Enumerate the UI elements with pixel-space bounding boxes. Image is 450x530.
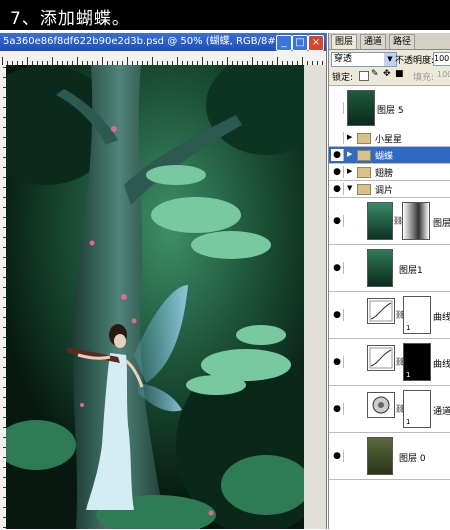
folder-icon — [357, 167, 371, 178]
layer-row[interactable]: ● 图层 0 — [329, 433, 450, 480]
layer-mask-thumbnail[interactable]: 1 — [403, 343, 431, 381]
tab-channels[interactable]: 通道 — [360, 34, 387, 49]
lock-move-icon[interactable]: ✥ — [383, 69, 391, 79]
layer-mask-thumbnail[interactable]: 1 — [403, 390, 431, 428]
document-title-bar[interactable]: 5a360e86f8df622b90e2d3b.psd @ 50% (蝴蝶, R… — [0, 33, 326, 51]
ruler-tick — [277, 57, 278, 65]
folder-icon — [357, 133, 371, 144]
layer-row[interactable]: ▶ 小星星 — [329, 130, 450, 147]
step-title-bar: 7、添加蝴蝶。 — [0, 0, 450, 30]
ruler-tick — [127, 57, 128, 65]
ruler-tick — [227, 57, 228, 65]
eye-icon[interactable]: ● — [331, 215, 344, 227]
lock-transparency-icon[interactable] — [359, 71, 369, 81]
layer-row[interactable]: ● ▶ 蝴蝶 — [329, 147, 450, 164]
ruler-tick — [252, 57, 253, 65]
ruler-tick — [27, 57, 28, 65]
layer-name: 通道 — [433, 407, 450, 417]
document-title: 5a360e86f8df622b90e2d3b.psd @ 50% (蝴蝶, R… — [3, 36, 280, 47]
layer-thumbnail — [367, 437, 393, 475]
layer-name: 小星星 — [375, 135, 403, 145]
layer-mask-thumbnail[interactable]: 1 — [403, 296, 431, 334]
eye-icon[interactable]: ● — [331, 166, 344, 178]
layer-mask-thumbnail[interactable] — [402, 202, 430, 240]
folder-icon — [357, 150, 371, 161]
layer-thumbnail — [347, 90, 375, 126]
eye-icon[interactable]: ● — [331, 309, 344, 321]
horizontal-ruler[interactable] — [0, 51, 326, 66]
folder-icon — [357, 184, 371, 195]
chevron-right-icon[interactable]: ▶ — [347, 167, 352, 175]
layer-name: 图层 5 — [377, 106, 404, 116]
layer-name: 曲线 — [433, 360, 450, 370]
layer-name: 曲线 — [433, 313, 450, 323]
layer-row[interactable]: 图层 5 — [329, 86, 450, 131]
chevron-right-icon[interactable]: ▶ — [347, 133, 352, 141]
visibility-toggle[interactable] — [331, 132, 344, 144]
ruler-tick — [102, 57, 103, 65]
layer-thumbnail — [367, 202, 393, 240]
ruler-tick — [77, 57, 78, 65]
ruler-tick — [52, 57, 53, 65]
layer-name: 图层1 — [399, 266, 423, 276]
layer-row[interactable]: ● ⛓ 1 通道 — [329, 386, 450, 433]
eye-icon[interactable]: ● — [331, 262, 344, 274]
layer-row[interactable]: ● ⛓ 1 曲线 — [329, 339, 450, 386]
eye-icon[interactable]: ● — [331, 450, 344, 462]
lock-label: 锁定: — [332, 73, 354, 83]
vertical-scrollbar[interactable] — [304, 65, 326, 529]
layers-list: 图层 5 ▶ 小星星 ● ▶ 蝴蝶 ● ▶ 翅膀 ● ▼ 调片 ● ⛓ 图层 ●… — [329, 85, 450, 530]
ruler-tick — [202, 57, 203, 65]
minimize-button[interactable]: _ — [276, 35, 292, 51]
maximize-button[interactable]: □ — [292, 35, 308, 51]
chevron-down-icon[interactable]: ▼ — [347, 184, 352, 192]
fill-value: 100 — [437, 70, 450, 79]
layer-name: 图层 0 — [399, 454, 426, 464]
tab-paths[interactable]: 路径 — [389, 34, 416, 49]
lock-row: 锁定: ✎ ✥ ■ 填充: 100 — [329, 69, 450, 83]
layers-panel: 图层 通道 路径 穿透 ▼ 不透明度: 100 锁定: ✎ ✥ ■ 填充: 10… — [328, 33, 450, 530]
curves-adjustment-icon — [367, 345, 395, 371]
eye-icon[interactable]: ● — [331, 356, 344, 368]
panel-tabs: 图层 通道 路径 — [329, 33, 450, 50]
layer-row[interactable]: ● 图层1 — [329, 245, 450, 292]
step-title: 7、添加蝴蝶。 — [10, 9, 130, 29]
close-button[interactable]: × — [308, 35, 324, 51]
layer-row[interactable]: ● ⛓ 1 曲线 — [329, 292, 450, 339]
layer-name: 蝴蝶 — [375, 152, 394, 162]
eye-icon[interactable]: ● — [331, 403, 344, 415]
lock-brush-icon[interactable]: ✎ — [371, 69, 379, 79]
mask-badge: 1 — [406, 371, 411, 379]
ruler-tick — [2, 57, 3, 65]
layer-name: 调片 — [375, 186, 394, 196]
blend-row: 穿透 ▼ 不透明度: 100 — [329, 51, 450, 67]
visibility-toggle[interactable] — [331, 102, 344, 114]
opacity-label: 不透明度: — [395, 56, 435, 66]
tab-layers[interactable]: 图层 — [331, 34, 358, 49]
forest-violinist-image — [6, 65, 304, 529]
layer-row[interactable]: ● ▼ 调片 — [329, 181, 450, 198]
blend-mode-select[interactable]: 穿透 ▼ — [331, 52, 397, 67]
image-canvas[interactable] — [6, 65, 304, 529]
mask-badge: 1 — [406, 418, 411, 426]
blend-mode-value: 穿透 — [334, 54, 353, 64]
eye-icon[interactable]: ● — [331, 149, 344, 161]
layer-row[interactable]: ● ▶ 翅膀 — [329, 164, 450, 181]
channel-mixer-icon — [367, 392, 395, 418]
ruler-tick — [302, 57, 303, 65]
opacity-input[interactable]: 100 — [433, 52, 450, 66]
layer-row[interactable]: ● ⛓ 图层 — [329, 198, 450, 245]
ruler-tick — [177, 57, 178, 65]
layer-thumbnail — [367, 249, 393, 287]
layer-name: 翅膀 — [375, 169, 394, 179]
fill-label: 填充: — [413, 73, 435, 83]
ruler-tick — [152, 57, 153, 65]
lock-all-icon[interactable]: ■ — [395, 69, 404, 79]
eye-icon[interactable]: ● — [331, 183, 344, 195]
curves-adjustment-icon — [367, 298, 395, 324]
document-window: 5a360e86f8df622b90e2d3b.psd @ 50% (蝴蝶, R… — [0, 33, 327, 529]
layer-name: 图层 — [433, 219, 450, 229]
mask-badge: 1 — [406, 324, 411, 332]
chevron-right-icon[interactable]: ▶ — [347, 150, 352, 158]
